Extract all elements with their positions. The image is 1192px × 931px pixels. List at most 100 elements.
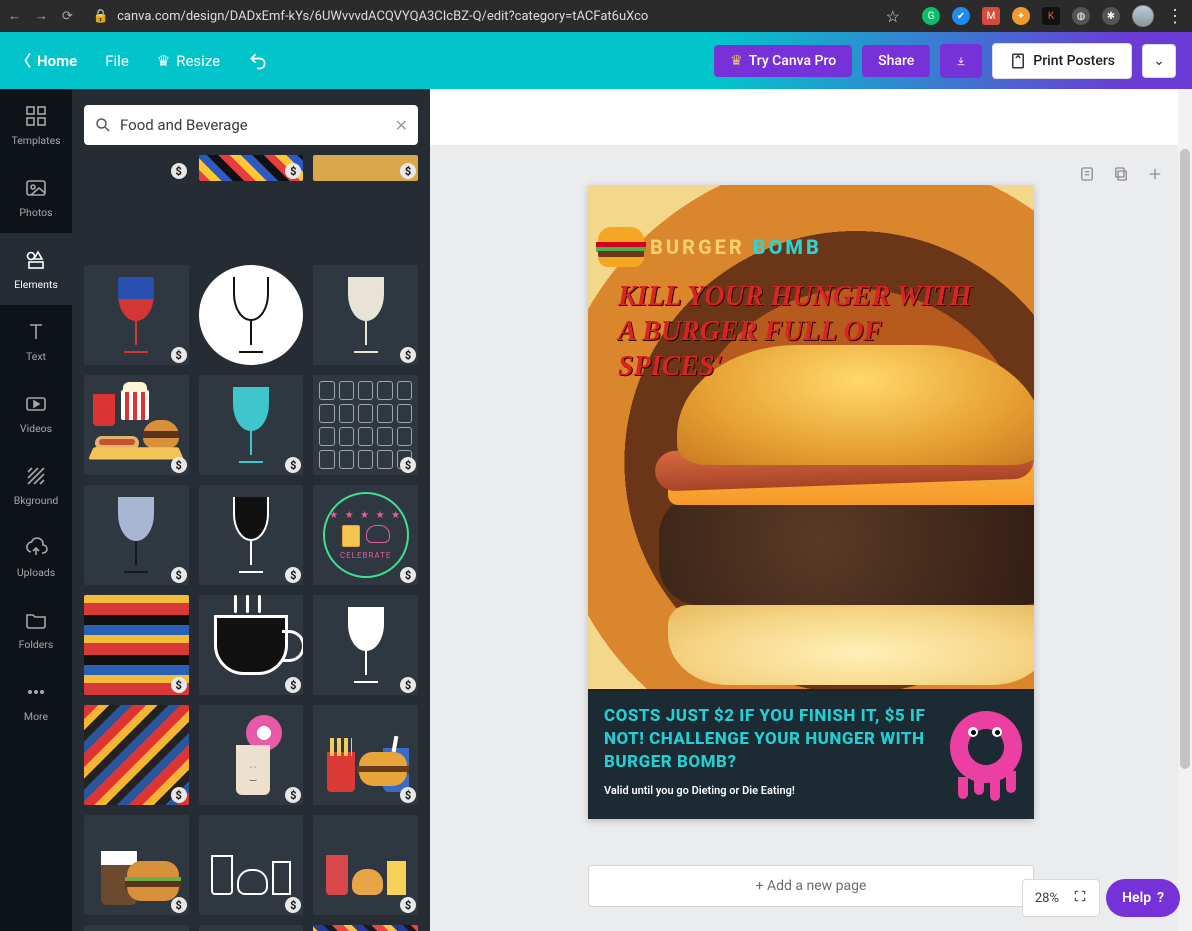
element-item[interactable]: $ [199,155,304,181]
uploads-icon [24,536,48,560]
element-item[interactable]: ★ ★ ★ ★ ★CELEBRATE$ [313,485,418,585]
poster-canvas[interactable]: BURGER BOMB KILL YOUR HUNGER WITH A BURG… [588,185,1034,819]
poster-brand-title[interactable]: BURGER BOMB [650,235,822,259]
element-item[interactable]: $ [199,485,304,585]
element-item[interactable]: $ [313,595,418,695]
resize-button[interactable]: ♛ Resize [157,52,220,70]
ext-blue-icon[interactable]: ✔ [952,7,970,25]
ext-k-icon[interactable]: K [1042,7,1060,25]
url-text[interactable]: canva.com/design/DADxEmf-kYs/6UWvvvdACQV… [117,9,648,24]
vertical-scrollbar[interactable] [1178,89,1192,931]
element-item[interactable] [313,925,418,931]
notes-icon[interactable] [1078,165,1096,187]
sidebar-item-photos[interactable]: Photos [0,161,72,233]
sidebar-item-folders[interactable]: Folders [0,593,72,665]
sidebar-item-more[interactable]: More [0,665,72,737]
undo-button[interactable] [248,51,268,71]
price-badge: $ [285,347,301,363]
reload-icon[interactable]: ⟳ [62,9,73,24]
download-button[interactable] [940,44,982,78]
sidebar-label: More [24,710,48,723]
price-badge: $ [400,457,416,473]
elements-panel: ✕ $ $ $ $ $ $ $ $ $ $ $ ★ ★ ★ ★ ★CELEBRA… [72,89,430,931]
try-pro-button[interactable]: ♛ Try Canva Pro [714,45,852,77]
clear-search-icon[interactable]: ✕ [395,116,408,135]
element-item[interactable]: $ [84,265,189,365]
bookmark-star-icon[interactable]: ☆ [886,7,900,26]
poster-icon [1009,52,1027,70]
chevron-down-icon: ⌄ [1153,53,1165,69]
element-item[interactable]: $ [199,265,304,365]
browser-menu-icon[interactable]: ⋮ [1166,6,1184,27]
help-label: Help [1122,890,1151,906]
templates-icon [24,104,48,128]
sidebar-item-text[interactable]: Text [0,305,72,377]
add-page-icon[interactable] [1146,165,1164,187]
price-badge: $ [171,347,187,363]
zoom-control[interactable]: 28% [1022,879,1100,917]
search-input[interactable] [120,116,387,134]
print-posters-button[interactable]: Print Posters [992,43,1132,79]
element-item[interactable]: $ [84,705,189,805]
duplicate-page-icon[interactable] [1112,165,1130,187]
ext-grey2-icon[interactable]: ✱ [1102,7,1120,25]
ext-grey1-icon[interactable]: ◍ [1072,7,1090,25]
ext-grammarly-icon[interactable]: G [922,7,940,25]
neon-label: CELEBRATE [340,551,392,560]
ext-orange-icon[interactable]: ✦ [1012,7,1030,25]
price-badge: $ [285,677,301,693]
element-item[interactable]: $ [313,815,418,915]
element-item[interactable]: $ [84,155,189,181]
crown-icon: ♛ [730,53,743,69]
poster-bottom-bar[interactable]: COSTS JUST $2 IF YOU FINISH IT, $5 IF NO… [588,691,1034,819]
help-button[interactable]: Help ? [1106,879,1180,917]
file-menu[interactable]: File [105,52,129,70]
element-item[interactable]: $ [313,375,418,475]
element-item[interactable]: $ [84,485,189,585]
price-badge: $ [285,567,301,583]
price-badge: $ [285,897,301,913]
print-dropdown-button[interactable]: ⌄ [1142,44,1176,78]
sidebar-item-elements[interactable]: Elements [0,233,72,305]
back-icon[interactable]: ← [8,8,21,24]
profile-avatar[interactable] [1132,5,1154,27]
canvas-area: BURGER BOMB KILL YOUR HUNGER WITH A BURG… [430,89,1192,931]
add-new-page-button[interactable]: + Add a new page [588,865,1034,907]
forward-icon[interactable]: → [35,8,48,24]
element-item[interactable]: $ [199,815,304,915]
element-item[interactable]: $ [313,265,418,365]
poster-valid-text[interactable]: Valid until you go Dieting or Die Eating… [604,784,944,797]
poster-logo[interactable]: BURGER BOMB [596,227,822,267]
fullscreen-icon[interactable] [1073,889,1087,907]
home-button[interactable]: 〈 Home [16,50,77,71]
element-item[interactable] [199,925,304,931]
text-icon [24,320,48,344]
search-box[interactable]: ✕ [84,105,418,145]
sidebar-item-background[interactable]: Bkground [0,449,72,521]
element-item[interactable]: $ [84,815,189,915]
sidebar-item-videos[interactable]: Videos [0,377,72,449]
element-item[interactable]: $ [84,595,189,695]
ext-gmail-icon[interactable]: M [982,7,1000,25]
poster-headline[interactable]: KILL YOUR HUNGER WITH A BURGER FULL OF S… [618,279,974,384]
donut-icon [950,711,1022,783]
poster-burger-image [633,345,1034,665]
price-badge: $ [285,163,301,179]
element-item[interactable]: $ [84,375,189,475]
element-item[interactable]: ★ [84,925,189,931]
element-item[interactable]: $ [199,595,304,695]
element-item[interactable]: $ [313,155,418,181]
element-item[interactable]: $ [199,375,304,475]
app-toolbar: 〈 Home File ♛ Resize ♛ Try Canva Pro Sha… [0,32,1192,89]
price-badge: $ [400,897,416,913]
zoom-value[interactable]: 28% [1035,891,1059,906]
sidebar-label: Bkground [14,494,59,507]
price-badge: $ [400,347,416,363]
poster-offer-text[interactable]: COSTS JUST $2 IF YOU FINISH IT, $5 IF NO… [604,705,944,774]
element-item[interactable]: $ [313,705,418,805]
element-item[interactable]: · ·‿$ [199,705,304,805]
sidebar-item-uploads[interactable]: Uploads [0,521,72,593]
sidebar-item-templates[interactable]: Templates [0,89,72,161]
try-pro-label: Try Canva Pro [749,53,836,69]
share-button[interactable]: Share [862,45,930,77]
